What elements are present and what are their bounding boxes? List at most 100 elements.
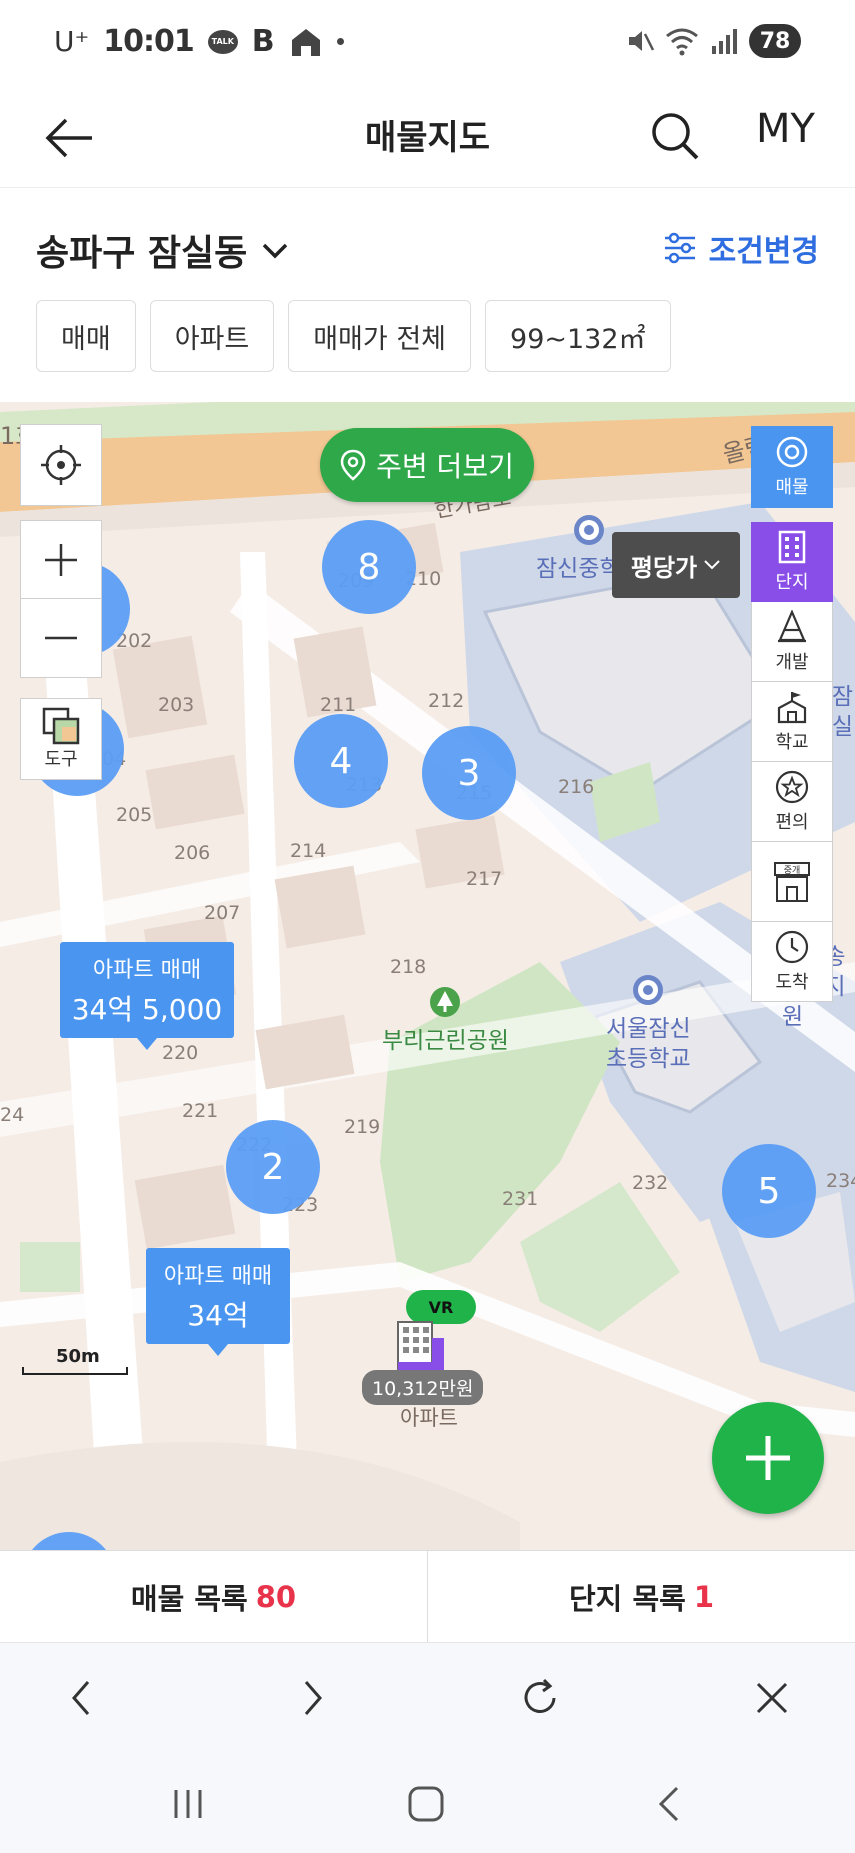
listing-cluster[interactable]: 3 <box>422 726 516 820</box>
place-label: 서울잠신 <box>606 1016 691 1042</box>
browser-back-button[interactable] <box>52 1668 112 1728</box>
zoom-in-button[interactable] <box>20 520 102 600</box>
location-title: 송파구 잠실동 <box>36 233 248 274</box>
layer-agency[interactable]: 중개 <box>751 842 833 922</box>
lot-number: 207 <box>204 902 241 924</box>
b-notification-icon: B <box>251 24 275 59</box>
layer-development[interactable]: 개발 <box>751 602 833 682</box>
location-selector[interactable]: 송파구 잠실동 <box>36 224 289 276</box>
back-button[interactable] <box>40 108 100 168</box>
listing-price-tag[interactable]: 아파트 매매 34억 <box>146 1248 290 1356</box>
tab-complex-list[interactable]: 단지 목록 1 <box>427 1551 855 1642</box>
lot-number: 232 <box>632 1172 669 1194</box>
filter-chips: 매매 아파트 매매가 전체 99~132㎡ <box>36 300 671 372</box>
property-map[interactable]: 한가람로 올림 1호 209 210 202 203 211 212 204 2… <box>0 402 855 1550</box>
lot-number: 205 <box>116 804 153 826</box>
minus-icon <box>45 636 77 640</box>
add-fab-button[interactable] <box>712 1402 824 1514</box>
browser-refresh-button[interactable] <box>510 1668 570 1728</box>
layer-convenience[interactable]: 편의 <box>751 762 833 842</box>
apartment-avg-price: 10,312만원 <box>362 1370 484 1405</box>
listing-cluster[interactable]: 8 <box>322 520 416 614</box>
battery-indicator: 78 <box>749 24 801 58</box>
recent-apps-button[interactable] <box>158 1782 218 1826</box>
clock-icon <box>775 930 809 963</box>
layer-label: 개발 <box>775 651 809 673</box>
zoom-out-button[interactable] <box>20 598 102 678</box>
map-scale: 50m <box>22 1346 128 1375</box>
system-nav-bar <box>0 1752 855 1853</box>
lot-number: 203 <box>158 694 195 716</box>
browser-close-button[interactable] <box>742 1668 802 1728</box>
svg-text:중개: 중개 <box>784 865 801 876</box>
current-location-button[interactable] <box>20 424 102 506</box>
chip-price-range[interactable]: 매매가 전체 <box>288 300 472 372</box>
layer-commute[interactable]: 도착 <box>751 922 833 1002</box>
listing-cluster[interactable]: 4 <box>294 714 388 808</box>
pyeong-label: 평당가 <box>630 553 698 582</box>
place-school-jamsin-elementary[interactable]: 서울잠신 초등학교 <box>606 974 691 1074</box>
plus-icon <box>45 544 77 576</box>
search-button[interactable] <box>645 106 705 166</box>
chevron-down-icon <box>704 560 720 570</box>
price-per-pyeong-dropdown[interactable]: 평당가 <box>612 532 740 598</box>
scale-label: 50m <box>56 1346 100 1367</box>
nearby-more-button[interactable]: 주변 더보기 <box>320 428 534 502</box>
chip-area-range[interactable]: 99~132㎡ <box>485 300 671 372</box>
browser-toolbar <box>0 1642 855 1752</box>
layer-label: 단지 <box>775 572 809 593</box>
browser-forward-button[interactable] <box>282 1668 342 1728</box>
place-label: 부리근린공원 <box>382 1028 509 1054</box>
my-button[interactable]: MY <box>756 106 815 152</box>
lot-number: 212 <box>428 690 465 712</box>
search-icon <box>652 113 699 160</box>
home-button[interactable] <box>396 1782 456 1826</box>
apartment-name-label: 아파트 <box>400 1406 458 1430</box>
school-marker-icon <box>573 515 604 545</box>
close-icon <box>756 1682 788 1714</box>
apartment-building-icon <box>397 1321 444 1371</box>
chip-property-type[interactable]: 아파트 <box>149 300 275 372</box>
home-notification-icon <box>291 28 320 56</box>
page-title: 매물지도 <box>364 118 491 158</box>
app-header: 매물지도 MY <box>0 88 855 188</box>
layer-school[interactable]: 학교 <box>751 682 833 762</box>
carrier-label: U⁺ <box>54 25 90 58</box>
crosshair-icon <box>41 445 81 485</box>
lot-number: 220 <box>162 1042 199 1064</box>
tools-button[interactable]: 도구 <box>20 698 102 780</box>
listing-cluster[interactable]: 5 <box>722 1144 816 1238</box>
lot-number: 216 <box>558 776 595 798</box>
lot-number: 206 <box>174 842 211 864</box>
recent-apps-icon <box>174 1790 202 1818</box>
layer-listings[interactable]: 매물 <box>751 426 833 508</box>
price-tag-price: 34억 <box>187 1299 249 1332</box>
mute-icon <box>629 31 655 51</box>
filter-change-button[interactable]: 조건변경 <box>663 226 819 270</box>
lot-number: 211 <box>320 694 357 716</box>
system-back-button[interactable] <box>638 1782 698 1826</box>
tab-listing-list[interactable]: 매물 목록 80 <box>0 1551 427 1642</box>
scale-bar <box>22 1367 128 1375</box>
plus-icon <box>746 1436 790 1480</box>
signal-icon <box>712 29 737 54</box>
nearby-more-label: 주변 더보기 <box>376 450 514 483</box>
listing-price-tag[interactable]: 아파트 매매 34억 5,000 <box>60 942 234 1050</box>
place-park[interactable]: 부리근린공원 <box>382 986 509 1056</box>
apartment-complex-marker[interactable]: VR <box>392 1290 482 1371</box>
school-icon <box>777 691 807 723</box>
listing-cluster[interactable]: 2 <box>226 1120 320 1214</box>
layer-label: 매물 <box>775 477 809 498</box>
kakaotalk-icon: TALK <box>207 29 238 54</box>
lot-number: 219 <box>344 1116 381 1138</box>
layer-complex[interactable]: 단지 <box>751 522 833 602</box>
layer-gap <box>751 508 833 522</box>
tools-label: 도구 <box>44 749 78 770</box>
place-label: 초등학교 <box>606 1046 691 1072</box>
location-bar: 송파구 잠실동 조건변경 <box>0 188 855 288</box>
chip-trade-type[interactable]: 매매 <box>36 300 136 372</box>
wifi-icon <box>666 28 698 56</box>
tab-label: 단지 목록 <box>568 1581 686 1616</box>
refresh-icon <box>524 1678 556 1713</box>
back-arrow-icon <box>45 118 92 158</box>
